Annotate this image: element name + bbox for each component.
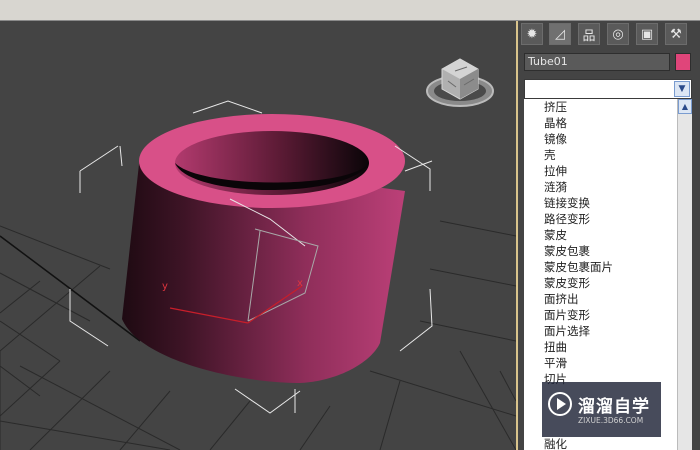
- chevron-down-icon[interactable]: ▼: [674, 81, 690, 97]
- play-logo-icon: [548, 392, 572, 416]
- modifier-item[interactable]: 涟漪: [524, 179, 677, 195]
- watermark-title: 溜溜自学: [578, 397, 650, 417]
- modifier-item[interactable]: 拉伸: [524, 163, 677, 179]
- display-icon: ▣: [640, 26, 654, 42]
- top-strip: [0, 0, 700, 21]
- viewport-scene: y x: [0, 58, 516, 450]
- scroll-up-arrow-icon[interactable]: ▲: [678, 99, 692, 114]
- modifier-item[interactable]: 蒙皮包裹: [524, 243, 677, 259]
- object-color-swatch[interactable]: [675, 53, 691, 71]
- modifier-item[interactable]: 路径变形: [524, 211, 677, 227]
- modifier-item[interactable]: 面挤出: [524, 291, 677, 307]
- display-tab[interactable]: ▣: [636, 23, 658, 45]
- modify-tab[interactable]: ◿: [549, 23, 571, 45]
- axis-label-y: y: [162, 281, 168, 292]
- create-icon: ✹: [526, 26, 538, 42]
- modifier-item[interactable]: 蒙皮包裹面片: [524, 259, 677, 275]
- axis-label-x: x: [297, 278, 303, 289]
- modifier-item[interactable]: 壳: [524, 147, 677, 163]
- modifier-item[interactable]: 蒙皮: [524, 227, 677, 243]
- utilities-tab[interactable]: ⚒: [665, 23, 687, 45]
- watermark: 溜溜自学 ZIXUE.3D66.COM: [542, 382, 661, 437]
- motion-tab[interactable]: ◎: [607, 23, 629, 45]
- watermark-url: ZIXUE.3D66.COM: [578, 416, 644, 425]
- create-tab[interactable]: ✹: [521, 23, 543, 45]
- modifier-item[interactable]: 扭曲: [524, 339, 677, 355]
- grid-axis-line: [0, 235, 141, 342]
- utilities-icon: ⚒: [670, 26, 682, 42]
- modifier-list-scrollbar[interactable]: ▲: [677, 99, 692, 450]
- modifier-item[interactable]: 镜像: [524, 131, 677, 147]
- hierarchy-tab[interactable]: 品: [578, 23, 600, 45]
- modifier-list-combo[interactable]: ▼: [524, 79, 692, 99]
- modify-icon: ◿: [555, 26, 565, 42]
- modifier-item[interactable]: 晶格: [524, 115, 677, 131]
- modifier-item[interactable]: 面片选择: [524, 323, 677, 339]
- modifier-item[interactable]: 蒙皮变形: [524, 275, 677, 291]
- motion-icon: ◎: [612, 26, 624, 42]
- modifier-item[interactable]: 挤压: [524, 99, 677, 115]
- modifier-item[interactable]: 链接变换: [524, 195, 677, 211]
- viewcube-icon[interactable]: [426, 58, 494, 107]
- modifier-item[interactable]: 面片变形: [524, 307, 677, 323]
- modifier-item[interactable]: 平滑: [524, 355, 677, 371]
- object-name-field[interactable]: Tube01: [524, 53, 670, 71]
- hierarchy-icon: 品: [582, 28, 596, 44]
- perspective-viewport[interactable]: y x: [0, 21, 518, 450]
- modifier-item-partial[interactable]: 融化: [524, 436, 567, 450]
